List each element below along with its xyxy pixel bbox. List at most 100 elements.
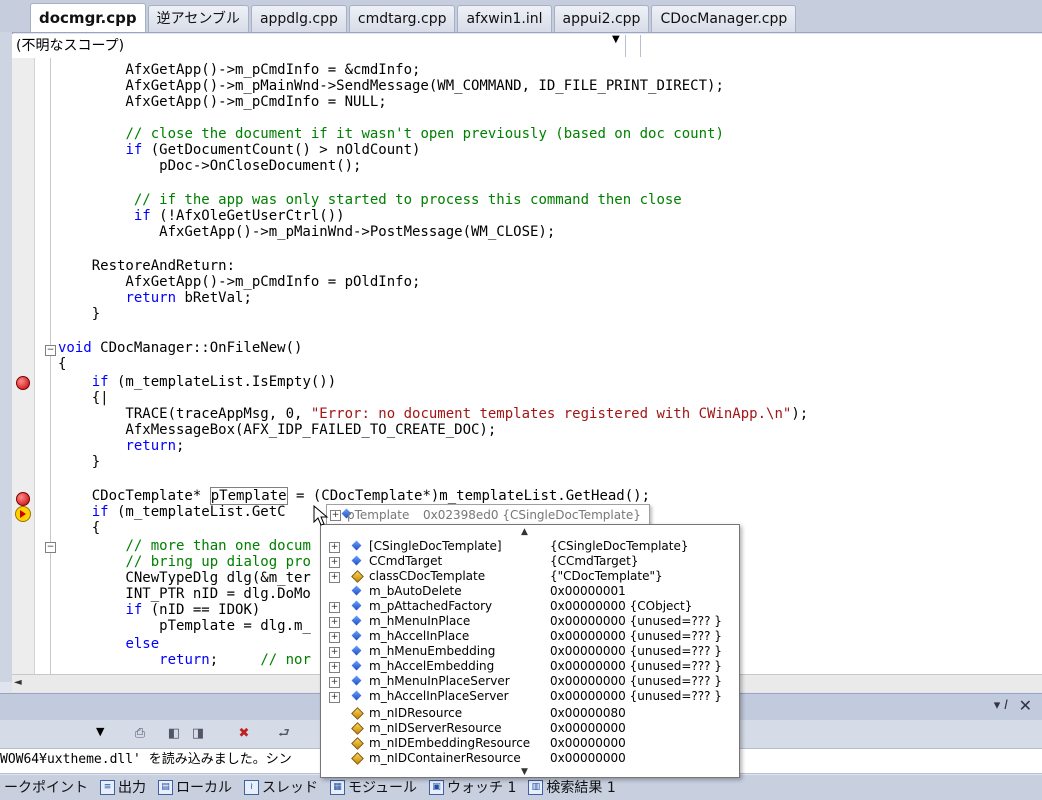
expand-icon[interactable]: + [329, 542, 340, 553]
tab-cmdtarg-cpp[interactable]: cmdtarg.cpp [348, 5, 456, 32]
code-keyword: if [133, 208, 151, 224]
pin-icon[interactable]: ▾ 𝛪 [994, 698, 1008, 713]
expand-icon[interactable]: + [329, 677, 340, 688]
datatip-header[interactable]: + pTemplate 0x02398ed0 {CSingleDocTempla… [326, 504, 650, 526]
expand-icon[interactable]: + [329, 557, 340, 568]
find-message-icon[interactable]: ⎙ [132, 726, 148, 742]
code-line: { [58, 356, 67, 372]
tab-afxwin1-inl[interactable]: afxwin1.inl [457, 5, 552, 32]
code-keyword: if [91, 504, 109, 520]
datatip-row[interactable]: + m_hMenuInPlaceServer 0x00000000 {unuse… [321, 674, 739, 689]
datatip-row[interactable]: + [CSingleDocTemplate] {CSingleDocTempla… [321, 539, 739, 554]
tab-docmgr-cpp[interactable]: docmgr.cpp [30, 3, 146, 32]
datatip-row[interactable]: m_nIDEmbeddingResource 0x00000000 [321, 736, 739, 751]
scroll-down-icon[interactable]: ▼ [521, 767, 528, 777]
field-icon [351, 630, 362, 641]
clear-all-icon[interactable]: ✖ [236, 726, 252, 742]
datatip-row[interactable]: m_bAutoDelete 0x00000001 [321, 584, 739, 599]
code-comment: // nor [260, 652, 311, 668]
datatip-row[interactable]: + classCDocTemplate {"CDocTemplate"} [321, 569, 739, 584]
field-icon [351, 585, 362, 596]
highlighted-identifier[interactable]: pTemplate [209, 487, 288, 505]
code-line: AfxMessageBox(AFX_IDP_FAILED_TO_CREATE_D… [58, 422, 497, 438]
code-line: INT_PTR nID = dlg.DoMo [58, 586, 311, 602]
code-line: { [58, 520, 101, 536]
field-icon [351, 555, 362, 566]
tab-threads[interactable]: ≀ スレッド [240, 778, 322, 798]
datatip-row[interactable]: m_nIDResource 0x00000080 [321, 706, 739, 721]
next-message-icon[interactable]: ◨ [190, 726, 206, 742]
code-line: AfxGetApp()->m_pCmdInfo = pOldInfo; [58, 274, 421, 290]
code-comment: // more than one docum [125, 538, 311, 554]
chevron-left-icon[interactable]: ◄ [14, 677, 22, 688]
expand-icon[interactable]: + [329, 572, 340, 583]
scope-dropdown[interactable]: (不明なスコープ) [12, 35, 626, 57]
datatip-row[interactable]: + m_hAccelInPlaceServer 0x00000000 {unus… [321, 689, 739, 704]
datatip-row[interactable]: + m_hAccelEmbedding 0x00000000 {unused=?… [321, 659, 739, 674]
breakpoint-icon[interactable] [16, 376, 30, 390]
code-line: return bRetVal; [125, 290, 252, 306]
code-comment: // close the document if it wasn't open … [125, 126, 724, 142]
datatip-row[interactable]: + CCmdTarget {CCmdTarget} [321, 554, 739, 569]
find-results-icon: ▥ [528, 780, 544, 795]
static-field-icon [351, 570, 364, 583]
code-comment: // bring up dialog pro [125, 554, 311, 570]
datatip-row[interactable]: m_nIDContainerResource 0x00000000 [321, 751, 739, 766]
tab-watch-1[interactable]: ▣ ウォッチ 1 [425, 778, 520, 798]
chevron-down-icon[interactable]: ▼ [612, 34, 620, 45]
datatip-row[interactable]: + m_hMenuEmbedding 0x00000000 {unused=??… [321, 644, 739, 659]
datatip-variable-value[interactable]: 0x02398ed0 {CSingleDocTemplate} [423, 505, 641, 525]
code-line: return; [125, 438, 185, 454]
tab-output[interactable]: ≡ 出力 [96, 778, 150, 798]
field-icon [351, 540, 362, 551]
expand-icon[interactable]: + [329, 662, 340, 673]
scroll-up-icon[interactable]: ▲ [521, 527, 528, 537]
code-line: if (!AfxOleGetUserCtrl()) [133, 208, 345, 224]
collapse-icon[interactable]: − [45, 542, 56, 553]
datatip-row[interactable]: + m_hMenuInPlace 0x00000000 {unused=??? … [321, 614, 739, 629]
code-line: } [58, 454, 101, 470]
expand-icon[interactable]: + [330, 510, 341, 521]
expand-icon[interactable]: + [329, 692, 340, 703]
close-icon[interactable]: ✕ [1019, 696, 1032, 715]
code-string: "Error: no document templates registered… [310, 406, 792, 422]
outline-margin [50, 58, 51, 674]
expand-icon[interactable]: + [329, 602, 340, 613]
tab-cdocmanager-cpp[interactable]: CDocManager.cpp [651, 5, 797, 32]
word-wrap-icon[interactable]: ⮐ [276, 726, 292, 742]
code-line: else [58, 636, 159, 652]
member-dropdown[interactable] [640, 35, 1042, 57]
tab-disassembly[interactable]: 逆アセンブル [147, 5, 249, 32]
datatip-row[interactable]: m_nIDServerResource 0x00000000 [321, 721, 739, 736]
datatip-row[interactable]: + m_pAttachedFactory 0x00000000 {CObject… [321, 599, 739, 614]
code-keyword: return [125, 290, 177, 306]
tab-modules[interactable]: ▦ モジュール [326, 778, 421, 798]
tab-appui2-cpp[interactable]: appui2.cpp [553, 5, 650, 32]
current-statement-arrow-icon [15, 506, 31, 522]
expand-icon[interactable]: + [329, 632, 340, 643]
expand-icon[interactable]: + [329, 647, 340, 658]
breakpoint-gutter[interactable] [12, 58, 35, 674]
tab-find-results-1[interactable]: ▥ 検索結果 1 [524, 778, 619, 798]
datatip-member-list[interactable]: ▲ + [CSingleDocTemplate] {CSingleDocTemp… [320, 524, 740, 778]
code-keyword: return [159, 652, 210, 668]
code-keyword: void [58, 340, 92, 356]
code-line: pDoc->OnCloseDocument(); [58, 158, 362, 174]
field-icon [351, 675, 362, 686]
field-icon [351, 615, 362, 626]
code-line: AfxGetApp()->m_pCmdInfo = &cmdInfo; [58, 62, 421, 78]
code-line: // if the app was only started to proces… [58, 192, 682, 208]
field-icon [351, 645, 362, 656]
chevron-down-icon[interactable]: ▼ [96, 725, 104, 738]
breakpoint-icon[interactable] [16, 492, 30, 506]
datatip-row[interactable]: + m_hAccelInPlace 0x00000000 {unused=???… [321, 629, 739, 644]
code-keyword: if [125, 142, 143, 158]
collapse-icon[interactable]: − [45, 345, 56, 356]
static-field-icon [351, 737, 364, 750]
expand-icon[interactable]: + [329, 617, 340, 628]
tab-breakpoints[interactable]: ークポイント [0, 778, 92, 798]
tab-appdlg-cpp[interactable]: appdlg.cpp [250, 5, 347, 32]
previous-message-icon[interactable]: ◧ [166, 726, 182, 742]
tab-locals[interactable]: ▤ ローカル [154, 778, 236, 798]
static-field-icon [351, 722, 364, 735]
